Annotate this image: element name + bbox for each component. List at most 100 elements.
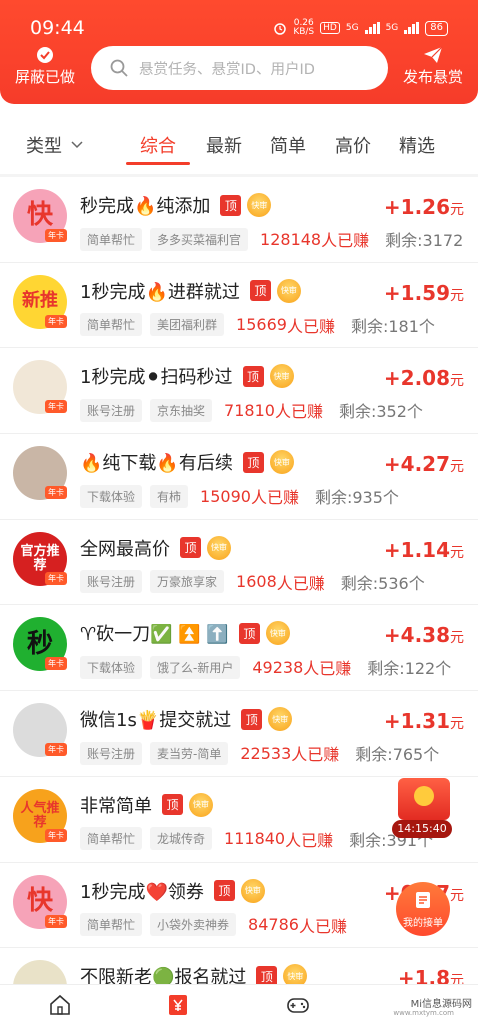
red-packet-timer[interactable]: 14:15:40	[392, 778, 452, 838]
tab-simple[interactable]: 简单	[270, 132, 306, 158]
type-dropdown[interactable]: 类型	[26, 132, 84, 158]
task-item[interactable]: 快年卡 秒完成🔥纯添加 顶 快审 +1.26元 简单帮忙 多多买菜福利官 128…	[0, 177, 478, 263]
avatar-card-tag: 年卡	[45, 657, 67, 671]
pinned-badge: 顶	[241, 708, 263, 730]
source-chip: 美团福利群	[150, 313, 225, 337]
remaining-count: 剩余:536个	[341, 570, 425, 594]
remain-prefix: 剩余:	[314, 488, 353, 508]
status-bar: 09:44 0.26 KB/S HD 5G 5G 86	[30, 14, 448, 42]
task-title: 全网最高价	[80, 538, 170, 560]
chevron-down-icon	[71, 141, 83, 149]
nav-game[interactable]	[286, 993, 310, 1017]
task-item[interactable]: 新推年卡 1秒完成🔥进群就过 顶 快审 +1.59元 简单帮忙 美团福利群 15…	[0, 263, 478, 349]
earned-count: 15669	[236, 315, 287, 335]
tab-high-price[interactable]: 高价	[335, 132, 371, 158]
source-chip: 多多买菜福利官	[150, 227, 249, 251]
fast-review-badge: 快审	[268, 707, 293, 732]
reward-unit: 元	[450, 544, 464, 561]
category-chip: 账号注册	[80, 741, 143, 765]
nav-bounty[interactable]	[166, 993, 190, 1017]
reward-amount: +1.31	[383, 709, 450, 734]
avatar-card-tag: 年卡	[45, 229, 67, 242]
earned-count: 111840	[224, 829, 286, 849]
avatar-text: 秒	[26, 628, 53, 659]
remain-value: 3172	[422, 231, 464, 250]
gamepad-icon	[287, 998, 309, 1013]
earned-suffix: 人已赚	[298, 916, 347, 936]
category-chip: 简单帮忙	[80, 227, 143, 251]
remain-prefix: 剩余:	[349, 830, 387, 850]
task-title: 非常简单	[80, 795, 152, 817]
task-meta: 简单帮忙 美团福利群 15669 人已赚 剩余:181个	[80, 313, 435, 337]
task-item[interactable]: 官方推荐 年卡 全网最高价 顶 快审 +1.14元 账号注册 万豪旅享家 1608…	[0, 520, 478, 606]
task-item[interactable]: 年卡 🔥纯下载🔥有后续 顶 快审 +4.27元 下载体验 有柿 15090 人已赚…	[0, 434, 478, 520]
remain-prefix: 剩余:	[350, 316, 389, 336]
task-reward: +1.59元	[384, 281, 464, 305]
app-header: 09:44 0.26 KB/S HD 5G 5G 86 屏蔽已做 悬赏任务、悬赏I…	[0, 0, 478, 104]
status-icons: 0.26 KB/S HD 5G 5G 86	[273, 19, 448, 37]
pinned-badge: 顶	[213, 880, 235, 901]
remain-value: 765个	[392, 745, 440, 765]
task-reward: +1.26元	[384, 195, 464, 219]
earned-count: 71810	[224, 400, 275, 420]
signal-bars-icon-2	[404, 22, 420, 34]
earned-suffix: 人已赚	[291, 745, 340, 765]
remain-value: 935个	[352, 488, 399, 508]
nav-home[interactable]	[48, 993, 72, 1017]
tab-featured[interactable]: 精选	[399, 132, 435, 158]
watermark-text: Mi信息源码网	[410, 999, 472, 1010]
pinned-badge: 顶	[180, 537, 201, 559]
avatar-card-tag: 年卡	[45, 743, 67, 757]
remain-prefix: 剩余:	[338, 402, 377, 422]
task-reward: +2.08元	[384, 366, 464, 390]
category-chip: 下载体验	[80, 655, 143, 679]
task-item[interactable]: 秒年卡 ♈砍一刀✅ ⏫ ⬆️ 顶 快审 +4.38元 下载体验 饿了么-新用户 …	[0, 605, 478, 692]
remain-prefix: 剩余:	[355, 745, 393, 765]
earned-count: 1608	[236, 572, 277, 592]
remain-value: 352个	[376, 402, 423, 422]
check-circle-icon	[37, 47, 53, 63]
avatar-card-tag: 年卡	[45, 314, 67, 328]
reward-amount: +1.14	[383, 537, 450, 562]
publish-bounty-button[interactable]: 发布悬赏	[400, 46, 466, 87]
task-title-row: 1秒完成🔥进群就过 顶 快审	[80, 278, 301, 304]
tab-latest[interactable]: 最新	[206, 132, 242, 158]
remaining-count: 剩余:3172	[385, 227, 463, 251]
remain-value: 536个	[378, 573, 425, 593]
earned-suffix: 人已赚	[285, 830, 334, 850]
task-meta: 简单帮忙 龙城传奇 111840 人已赚 剩余:391个	[80, 827, 433, 851]
search-input[interactable]: 悬赏任务、悬赏ID、用户ID	[91, 46, 388, 90]
task-title: ♈砍一刀✅ ⏫ ⬆️	[80, 624, 229, 646]
tab-comprehensive[interactable]: 综合	[140, 132, 176, 158]
category-chip: 下载体验	[80, 484, 143, 508]
reward-amount: +4.38	[383, 623, 450, 648]
red-packet-icon	[398, 778, 450, 820]
category-chip: 简单帮忙	[80, 913, 143, 936]
task-title: 1秒完成❤️领券	[80, 881, 204, 903]
source-chip: 麦当劳-简单	[150, 741, 229, 765]
block-done-button[interactable]: 屏蔽已做	[12, 46, 78, 87]
avatar-card-tag: 年卡	[45, 828, 67, 842]
reward-amount: +1.26	[383, 195, 450, 219]
my-orders-button[interactable]: 我的接单	[396, 882, 450, 936]
avatar-text: 新推	[22, 290, 58, 312]
countdown-timer: 14:15:40	[392, 820, 452, 838]
fast-review-badge: 快审	[265, 621, 290, 646]
task-title: 🔥纯下载🔥有后续	[80, 453, 233, 475]
avatar-card-tag: 年卡	[45, 571, 67, 585]
status-time: 09:44	[30, 17, 85, 39]
source-chip: 万豪旅享家	[150, 570, 225, 594]
alarm-icon	[274, 23, 287, 35]
speed-unit: KB/S	[293, 27, 315, 37]
earned-count: 22533	[240, 743, 292, 763]
task-item[interactable]: 年卡 1秒完成⚫扫码秒过 顶 快审 +2.08元 账号注册 京东抽奖 71810…	[0, 348, 478, 435]
reward-unit: 元	[450, 287, 464, 304]
publish-bounty-label: 发布悬赏	[402, 68, 463, 86]
task-item[interactable]: 年卡 微信1s🍟提交就过 顶 快审 +1.31元 账号注册 麦当劳-简单 225…	[0, 691, 478, 777]
yen-icon	[169, 995, 187, 1015]
avatar-text: 人气推荐	[20, 801, 60, 830]
active-tab-indicator	[126, 162, 190, 165]
reward-unit: 元	[450, 716, 464, 733]
task-title-row: 秒完成🔥纯添加 顶 快审	[80, 192, 272, 218]
reward-amount: +1.59	[383, 280, 450, 305]
